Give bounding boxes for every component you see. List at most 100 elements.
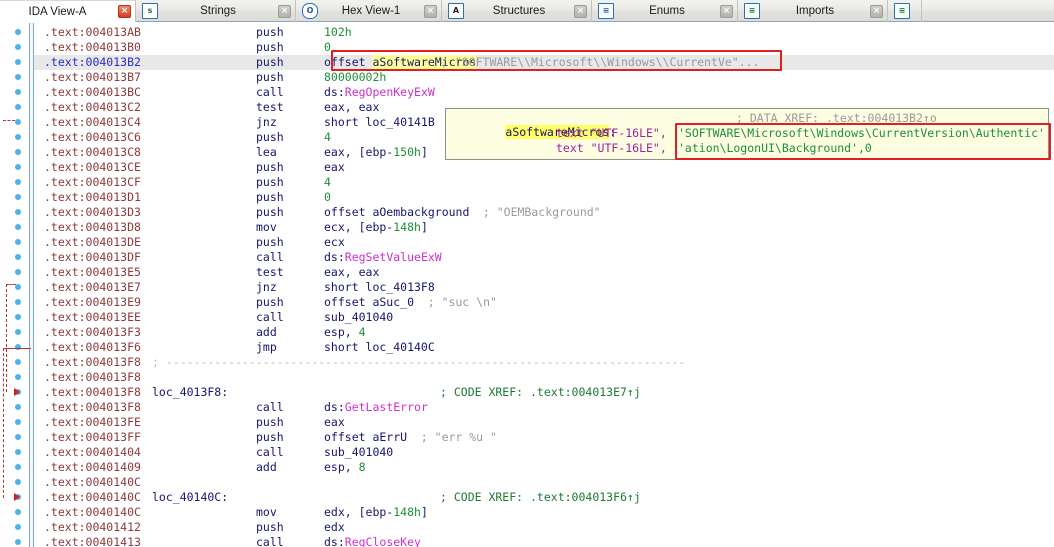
code-line[interactable]: .text:00401409 add esp, 8 (34, 460, 1054, 475)
tab-overflow[interactable]: ≡ (888, 0, 922, 22)
code-line[interactable]: .text:00401404 call sub_401040 (34, 445, 1054, 460)
code-operands[interactable]: sub_401040 (324, 310, 393, 325)
numeric-operand: 4 (358, 325, 366, 339)
disassembly-view[interactable]: .text:004013AB push 102h .text:004013B0 push… (0, 23, 1054, 547)
code-line[interactable]: .text:0040140C loc_40140C: ; CODE XREF: .t… (34, 490, 1054, 505)
code-operands[interactable]: edx (324, 520, 345, 535)
code-operands[interactable]: ds:RegOpenKeyExW (324, 85, 435, 100)
code-line[interactable]: .text:004013DE push ecx (34, 235, 1054, 250)
tab-ida-view-a[interactable]: IDA View-A × (0, 0, 136, 22)
code-line[interactable]: .text:004013B7 push 80000002h (34, 70, 1054, 85)
code-line-container[interactable]: .text:004013AB push 102h .text:004013B0 push… (34, 23, 1054, 547)
code-operands[interactable]: esp, 4 (324, 325, 366, 340)
code-operands[interactable]: 4 (324, 175, 331, 190)
api-name[interactable]: RegOpenKeyExW (345, 85, 435, 99)
api-name[interactable]: GetLastError (345, 400, 428, 414)
tab-hex-view-1[interactable]: O Hex View-1 × (296, 0, 442, 22)
line-marker-dot (15, 134, 21, 140)
code-operands[interactable]: eax, eax (324, 265, 379, 280)
code-line[interactable]: .text:004013F8 (34, 370, 1054, 385)
code-line[interactable]: .text:004013F3 add esp, 4 (34, 325, 1054, 340)
api-name[interactable]: RegCloseKey (345, 535, 421, 547)
tab-structures[interactable]: A Structures × (442, 0, 592, 22)
code-operands[interactable]: short loc_40141B (324, 115, 435, 130)
code-address: .text:004013DF (44, 250, 141, 264)
code-line[interactable]: .text:004013CF push 4 (34, 175, 1054, 190)
numeric-operand: 8 (358, 460, 366, 474)
code-operands[interactable]: 0 (324, 190, 331, 205)
tab-close-icon[interactable]: × (870, 4, 883, 18)
code-operands[interactable]: ds:RegCloseKey (324, 535, 421, 547)
operand-text: eax, [ebp- (324, 145, 394, 159)
code-line[interactable]: .text:004013B2 push offset aSoftwareMicros… (34, 55, 1054, 70)
code-operands[interactable]: ds:GetLastError (324, 400, 428, 415)
code-operands[interactable]: short loc_40140C (324, 340, 435, 355)
code-operands[interactable]: 80000002h (324, 70, 386, 85)
code-xref-comment: ; CODE XREF: .text:004013E7↑j (440, 385, 641, 399)
code-line[interactable]: .text:004013F8 call ds:GetLastError (34, 400, 1054, 415)
tab-close-icon[interactable]: × (118, 5, 131, 18)
code-operands[interactable]: offset aErrU (324, 430, 407, 445)
tab-close-icon[interactable]: × (720, 4, 733, 18)
code-line[interactable]: .text:004013CE push eax (34, 160, 1054, 175)
tab-imports[interactable]: ≡ Imports × (738, 0, 888, 22)
code-line[interactable]: .text:004013B0 push 0 (34, 40, 1054, 55)
code-line[interactable]: .text:004013D3 push offset aOembackground;… (34, 205, 1054, 220)
code-operands[interactable]: short loc_4013F8 (324, 280, 435, 295)
code-line[interactable]: .text:004013F6 jmp short loc_40140C (34, 340, 1054, 355)
code-operands[interactable]: eax (324, 415, 345, 430)
code-address: .text:004013FE (44, 415, 141, 429)
code-operands[interactable]: offset aOembackground (324, 205, 469, 220)
code-line[interactable]: .text:004013D8 mov ecx, [ebp-148h] (34, 220, 1054, 235)
code-operands[interactable]: 0 (324, 40, 331, 55)
code-line[interactable]: .text:004013DF call ds:RegSetValueExW (34, 250, 1054, 265)
code-line[interactable]: .text:004013E9 push offset aSuc_0 ; "suc \n… (34, 295, 1054, 310)
code-operands[interactable]: ds:RegSetValueExW (324, 250, 442, 265)
imports-icon: ≡ (744, 3, 760, 19)
code-operands[interactable]: ecx, [ebp-148h] (324, 220, 428, 235)
tab-close-icon[interactable]: × (424, 4, 437, 18)
api-name[interactable]: RegSetValueExW (345, 250, 442, 264)
code-mnemonic: push (256, 130, 284, 144)
code-line[interactable]: .text:004013D1 push 0 (34, 190, 1054, 205)
line-marker-dot (15, 434, 21, 440)
line-marker-dot (15, 314, 21, 320)
code-label[interactable]: loc_40140C: (152, 490, 228, 505)
line-marker-dot (15, 89, 21, 95)
line-marker-dot (15, 329, 21, 335)
tab-enums[interactable]: ≡ Enums × (592, 0, 738, 22)
code-operands[interactable]: eax, eax (324, 100, 379, 115)
code-address: .text:00401413 (44, 535, 141, 547)
code-label[interactable]: loc_4013F8: (152, 385, 228, 400)
tab-close-icon[interactable]: × (278, 4, 291, 18)
code-address: .text:004013F8 (44, 370, 141, 384)
code-operands[interactable]: offset aSuc_0 (324, 295, 414, 310)
code-address: .text:00401404 (44, 445, 141, 459)
code-line[interactable]: .text:004013F8 loc_4013F8: ; CODE XREF: .t… (34, 385, 1054, 400)
code-line[interactable]: .text:004013AB push 102h (34, 25, 1054, 40)
code-operands[interactable]: edx, [ebp-148h] (324, 505, 428, 520)
code-line[interactable]: .text:004013BC call ds:RegOpenKeyExW (34, 85, 1054, 100)
code-line[interactable]: .text:004013E7 jnz short loc_4013F8 (34, 280, 1054, 295)
code-operands[interactable]: esp, 8 (324, 460, 366, 475)
code-line[interactable]: .text:004013FE push eax (34, 415, 1054, 430)
code-operands[interactable]: eax, [ebp-150h] (324, 145, 428, 160)
code-operands[interactable]: 102h (324, 25, 352, 40)
code-line[interactable]: .text:0040140C (34, 475, 1054, 490)
code-operands[interactable]: eax (324, 160, 345, 175)
code-line[interactable]: .text:004013E5 test eax, eax (34, 265, 1054, 280)
code-line[interactable]: .text:00401413 call ds:RegCloseKey (34, 535, 1054, 547)
code-address: .text:004013D8 (44, 220, 141, 234)
code-line[interactable]: .text:0040140C mov edx, [ebp-148h] (34, 505, 1054, 520)
tab-strings[interactable]: s Strings × (136, 0, 296, 22)
code-line[interactable]: .text:004013EE call sub_401040 (34, 310, 1054, 325)
code-operands[interactable]: sub_401040 (324, 445, 393, 460)
code-operands[interactable]: ecx (324, 235, 345, 250)
code-line[interactable]: .text:004013F8 ; ------------------------… (34, 355, 1054, 370)
code-line[interactable]: .text:00401412 push edx (34, 520, 1054, 535)
code-line[interactable]: .text:004013FF push offset aErrU ; "err %u … (34, 430, 1054, 445)
tab-close-icon[interactable]: × (574, 4, 587, 18)
code-mnemonic: push (256, 190, 284, 204)
code-mnemonic: test (256, 100, 284, 114)
code-operands[interactable]: 4 (324, 130, 331, 145)
